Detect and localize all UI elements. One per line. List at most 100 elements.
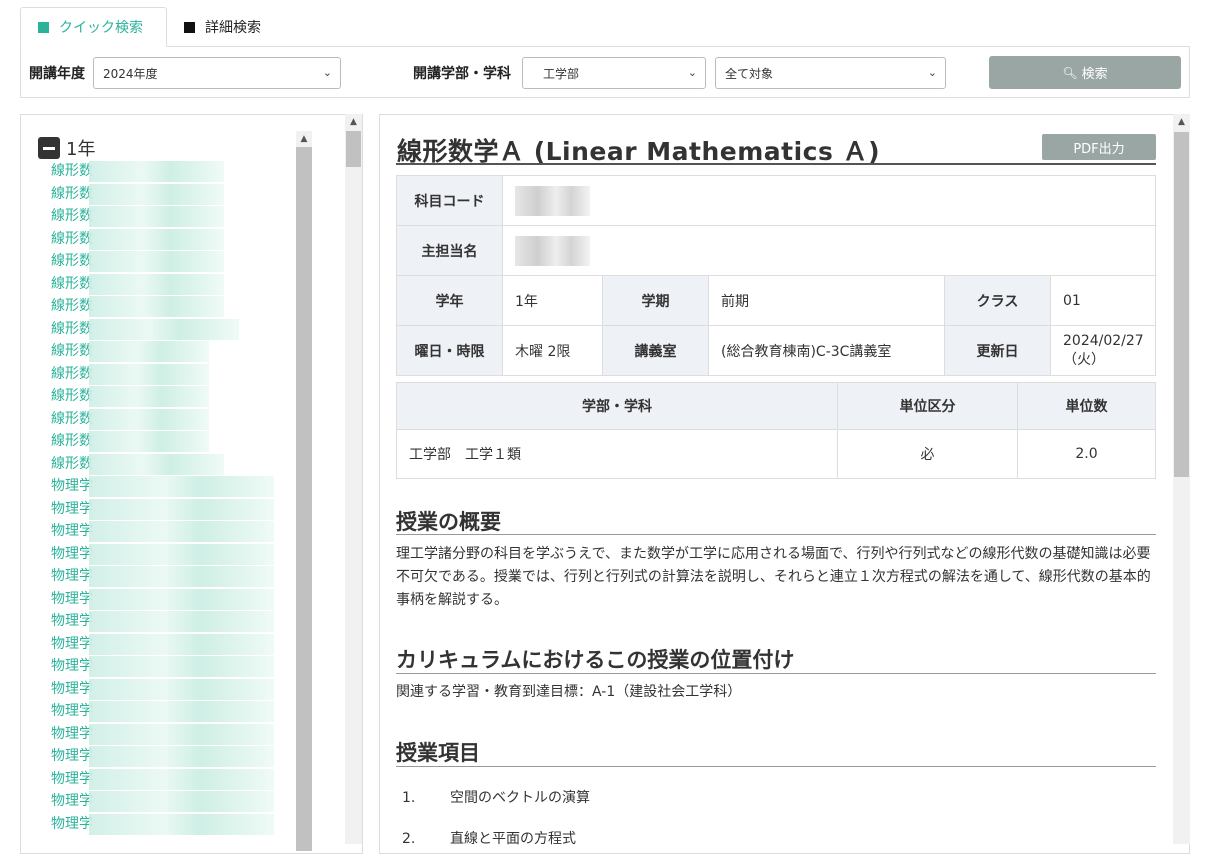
course-link-label: 線形数 bbox=[51, 230, 93, 247]
redacted-course-name bbox=[89, 611, 274, 632]
course-link-label: 線形数 bbox=[51, 410, 93, 427]
course-link[interactable]: 物理学 bbox=[51, 475, 274, 498]
tab-quick-search[interactable]: クイック検索 bbox=[20, 7, 167, 47]
tab-detail-search[interactable]: 詳細検索 bbox=[167, 7, 278, 47]
redacted-course-name bbox=[89, 386, 209, 407]
credit-header-type: 単位区分 bbox=[837, 382, 1018, 430]
course-link[interactable]: 線形数 bbox=[51, 160, 261, 183]
course-link-label: 線形数 bbox=[51, 253, 93, 269]
redacted-course-name bbox=[89, 251, 224, 272]
updated-label: 更新日 bbox=[944, 325, 1051, 376]
tab-detail-search-label: 詳細検索 bbox=[205, 20, 261, 36]
course-link[interactable]: 線形数 bbox=[51, 340, 261, 363]
dept-select[interactable]: 工学部 ⌄ bbox=[522, 57, 706, 89]
title-divider bbox=[396, 163, 1156, 165]
tree-year-header[interactable]: 1年 bbox=[38, 135, 95, 161]
course-link[interactable]: 物理学 bbox=[51, 745, 274, 768]
course-link[interactable]: 線形数 bbox=[51, 250, 261, 273]
item-text: 空間のベクトルの演算 bbox=[450, 790, 590, 806]
course-link[interactable]: 物理学 bbox=[51, 565, 274, 588]
redacted-course-name bbox=[89, 521, 274, 542]
course-detail-panel: 線形数学Ａ (Linear Mathematics Ａ) PDF出力 科目コード… bbox=[379, 114, 1190, 854]
course-link[interactable]: 物理学 bbox=[51, 700, 274, 723]
course-link[interactable]: 物理学 bbox=[51, 498, 274, 521]
dept-label: 開講学部・学科 bbox=[413, 66, 511, 82]
year-select[interactable]: 2024年度 ⌄ bbox=[93, 57, 341, 89]
scrollbar-thumb[interactable] bbox=[1174, 132, 1189, 477]
chevron-down-icon: ⌄ bbox=[687, 66, 697, 79]
redacted-course-name bbox=[89, 768, 274, 790]
course-link[interactable]: 線形数 bbox=[51, 318, 261, 341]
course-link[interactable]: 線形数 bbox=[51, 385, 261, 408]
search-button[interactable]: 🔍︎ 検索 bbox=[989, 56, 1181, 89]
course-link[interactable]: 物理学 bbox=[51, 520, 274, 543]
tree-scrollbar[interactable]: ▲ bbox=[296, 131, 312, 851]
course-link[interactable]: 物理学 bbox=[51, 633, 274, 656]
target-select[interactable]: 全て対象 ⌄ bbox=[715, 57, 946, 89]
left-panel-scrollbar[interactable]: ▲ bbox=[345, 114, 362, 844]
course-link[interactable]: 線形数 bbox=[51, 205, 261, 228]
course-link-label: 物理学 bbox=[51, 568, 93, 584]
course-link[interactable]: 物理学 bbox=[51, 543, 274, 566]
redacted-course-name bbox=[89, 476, 274, 497]
course-link-label: 線形数 bbox=[51, 320, 93, 337]
redacted-course-name bbox=[89, 453, 224, 475]
redacted-course-name bbox=[89, 723, 274, 745]
scrollbar-thumb[interactable] bbox=[296, 147, 312, 851]
scroll-up-icon[interactable]: ▲ bbox=[1173, 114, 1190, 131]
class-value: 01 bbox=[1050, 275, 1156, 326]
course-link-label: 物理学 bbox=[51, 613, 93, 629]
course-link-label: 線形数 bbox=[51, 185, 93, 202]
course-link[interactable]: 物理学 bbox=[51, 790, 274, 813]
target-select-value: 全て対象 bbox=[725, 66, 774, 81]
course-link-label: 線形数 bbox=[51, 343, 93, 359]
position-heading: カリキュラムにおけるこの授業の位置付け bbox=[396, 648, 795, 672]
redacted-course-name bbox=[89, 701, 274, 722]
course-link[interactable]: 物理学 bbox=[51, 723, 274, 746]
credit-table: 学部・学科 単位区分 単位数 工学部 工学１類 必 2.0 bbox=[396, 382, 1156, 479]
course-link[interactable]: 物理学 bbox=[51, 768, 274, 791]
redacted-course-name bbox=[89, 318, 239, 340]
scroll-up-icon[interactable]: ▲ bbox=[296, 131, 312, 147]
redacted-code bbox=[515, 185, 590, 216]
course-link[interactable]: 物理学 bbox=[51, 610, 274, 633]
room-value: (総合教育棟南)C-3C講義室 bbox=[708, 325, 945, 376]
scrollbar-thumb[interactable] bbox=[346, 131, 361, 167]
day-period-value: 木曜 2限 bbox=[502, 325, 603, 376]
term-label: 学期 bbox=[602, 275, 709, 326]
course-link[interactable]: 線形数 bbox=[51, 183, 261, 206]
search-tabs: クイック検索 詳細検索 bbox=[20, 7, 278, 47]
year-select-value: 2024年度 bbox=[103, 66, 158, 81]
course-link-label: 物理学 bbox=[51, 545, 93, 562]
grade-value: 1年 bbox=[502, 275, 603, 326]
search-bar: 開講年度 2024年度 ⌄ 開講学部・学科 工学部 ⌄ 全て対象 ⌄ 🔍︎ 検索 bbox=[20, 46, 1190, 98]
course-link[interactable]: 物理学 bbox=[51, 813, 274, 836]
code-label: 科目コード bbox=[396, 175, 503, 226]
course-link[interactable]: 線形数 bbox=[51, 363, 261, 386]
course-link[interactable]: 物理学 bbox=[51, 588, 274, 611]
course-link[interactable]: 線形数 bbox=[51, 408, 261, 431]
redacted-course-name bbox=[89, 273, 224, 295]
collapse-icon[interactable] bbox=[38, 137, 60, 159]
detail-scrollbar[interactable]: ▲ bbox=[1173, 114, 1190, 844]
course-link-label: 線形数 bbox=[51, 365, 93, 382]
pdf-export-button[interactable]: PDF出力 bbox=[1042, 134, 1156, 160]
section-divider bbox=[396, 673, 1156, 674]
redacted-instructor bbox=[515, 235, 590, 266]
course-link[interactable]: 線形数 bbox=[51, 430, 261, 453]
course-link[interactable]: 線形数 bbox=[51, 273, 261, 296]
course-link[interactable]: 物理学 bbox=[51, 655, 274, 678]
items-heading: 授業項目 bbox=[396, 741, 480, 765]
course-code-value bbox=[502, 175, 1156, 226]
course-link[interactable]: 物理学 bbox=[51, 678, 274, 701]
redacted-course-name bbox=[89, 431, 209, 452]
square-icon bbox=[38, 21, 49, 33]
course-link[interactable]: 線形数 bbox=[51, 295, 261, 318]
course-link-label: 物理学 bbox=[51, 793, 93, 809]
redacted-course-name bbox=[89, 566, 274, 587]
course-link[interactable]: 線形数 bbox=[51, 228, 261, 251]
class-label: クラス bbox=[944, 275, 1051, 326]
course-link[interactable]: 線形数 bbox=[51, 453, 261, 476]
scroll-up-icon[interactable]: ▲ bbox=[345, 114, 362, 131]
item-number: 1. bbox=[402, 790, 416, 806]
